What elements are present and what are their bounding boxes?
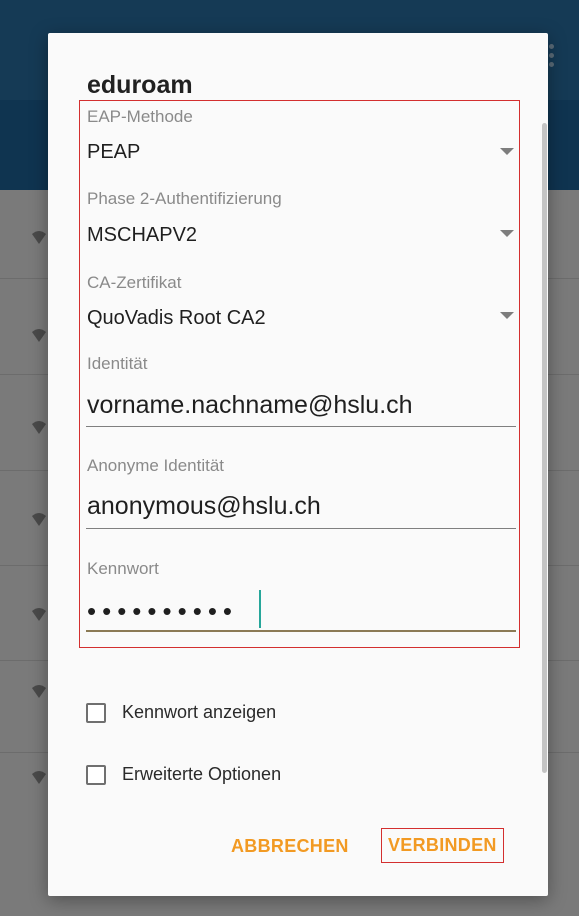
wifi-icon	[30, 768, 48, 786]
identity-input[interactable]: vorname.nachname@hslu.ch	[87, 391, 413, 420]
ca-cert-label: CA-Zertifikat	[87, 273, 182, 292]
chevron-down-icon[interactable]	[500, 148, 514, 155]
advanced-options-checkbox[interactable]	[86, 764, 106, 785]
identity-label: Identität	[87, 354, 148, 373]
connect-button[interactable]: VERBINDEN	[381, 828, 504, 863]
wifi-icon	[30, 605, 48, 623]
identity-input-underline	[86, 426, 516, 427]
wifi-icon	[30, 510, 48, 528]
cancel-button[interactable]: ABBRECHEN	[231, 836, 349, 857]
show-password-checkbox[interactable]	[86, 702, 106, 723]
wifi-icon	[30, 418, 48, 436]
text-cursor	[259, 590, 261, 628]
scrollbar[interactable]	[542, 123, 547, 773]
advanced-options-label: Erweiterte Optionen	[122, 764, 282, 784]
anonymous-identity-input[interactable]: anonymous@hslu.ch	[87, 492, 321, 521]
phase2-auth-label: Phase 2-Authentifizierung	[87, 189, 282, 208]
overflow-menu-icon	[549, 44, 555, 68]
password-input-underline	[86, 630, 516, 632]
password-input[interactable]: ••••••••••	[87, 596, 238, 627]
ca-cert-select[interactable]: QuoVadis Root CA2	[87, 307, 266, 330]
anonymous-identity-underline	[86, 528, 516, 529]
advanced-options-option[interactable]: Erweiterte Optionen	[86, 764, 281, 785]
wifi-icon	[30, 228, 48, 246]
dialog-title: eduroam	[87, 71, 193, 99]
show-password-label: Kennwort anzeigen	[122, 702, 277, 722]
chevron-down-icon[interactable]	[500, 230, 514, 237]
wifi-icon	[30, 682, 48, 700]
chevron-down-icon[interactable]	[500, 312, 514, 319]
eap-method-select[interactable]: PEAP	[87, 141, 140, 164]
wifi-config-dialog: eduroam EAP-Methode PEAP Phase 2-Authent…	[48, 33, 548, 896]
phase2-auth-select[interactable]: MSCHAPV2	[87, 224, 197, 247]
password-label: Kennwort	[87, 559, 159, 578]
wifi-icon	[30, 326, 48, 344]
show-password-option[interactable]: Kennwort anzeigen	[86, 702, 276, 723]
anonymous-identity-label: Anonyme Identität	[87, 456, 225, 475]
eap-method-label: EAP-Methode	[87, 107, 193, 126]
